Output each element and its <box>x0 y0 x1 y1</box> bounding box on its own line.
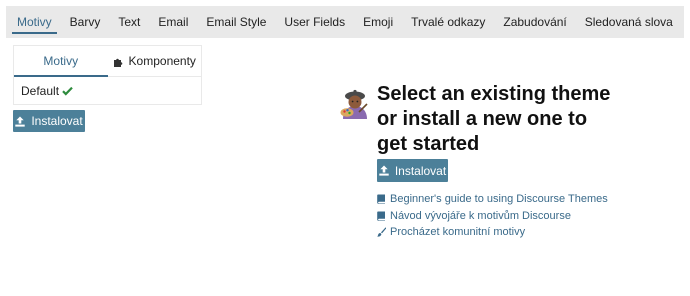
tab-motivy[interactable]: Motivy <box>8 6 61 38</box>
subtab-themes[interactable]: Motivy <box>14 46 108 77</box>
subtab-themes-label: Motivy <box>43 54 79 68</box>
install-theme-button-main[interactable]: Instalovat <box>377 159 448 182</box>
tab-trvale-odkazy[interactable]: Trvalé odkazy <box>402 6 494 38</box>
book-icon <box>377 211 386 221</box>
help-links: Beginner's guide to using Discourse Them… <box>377 191 608 241</box>
link-beginners-guide-text: Beginner's guide to using Discourse Them… <box>390 193 608 205</box>
check-icon <box>62 86 73 96</box>
tab-emoji[interactable]: Emoji <box>354 6 402 38</box>
theme-name: Default <box>21 84 60 98</box>
link-browse-community-themes[interactable]: Procházet komunitní motivy <box>377 224 608 240</box>
upload-icon <box>379 165 389 176</box>
subtab-components-label: Komponenty <box>128 54 196 68</box>
paintbrush-icon <box>377 227 386 237</box>
install-theme-button[interactable]: Instalovat <box>13 110 85 132</box>
subtab-components[interactable]: Komponenty <box>108 46 202 76</box>
upload-icon <box>15 116 26 127</box>
artist-emoji <box>339 87 371 119</box>
tab-zabudovani[interactable]: Zabudování <box>494 6 575 38</box>
link-browse-community-themes-text: Procházet komunitní motivy <box>390 226 526 238</box>
themes-subtabs: Motivy Komponenty <box>14 46 201 77</box>
tab-sledovana-slova[interactable]: Sledovaná slova <box>576 6 682 38</box>
tab-email-style[interactable]: Email Style <box>197 6 275 38</box>
theme-list-item[interactable]: Default <box>14 77 201 105</box>
empty-state-headline: Select an existing theme or install a ne… <box>377 83 611 155</box>
themes-list-panel: Motivy Komponenty Default <box>13 45 202 105</box>
link-developer-guide[interactable]: Návod vývojáře k motivům Discourse <box>377 208 608 224</box>
puzzle-icon <box>113 56 124 67</box>
tab-user-fields[interactable]: User Fields <box>275 6 354 38</box>
link-beginners-guide[interactable]: Beginner's guide to using Discourse Them… <box>377 191 608 207</box>
install-theme-button-label: Instalovat <box>31 114 83 128</box>
tab-email[interactable]: Email <box>149 6 197 38</box>
link-developer-guide-text: Návod vývojáře k motivům Discourse <box>390 209 571 222</box>
admin-customize-nav: Motivy Barvy Text Email Email Style User… <box>6 6 684 38</box>
install-theme-button-main-label: Instalovat <box>394 163 447 178</box>
tab-barvy[interactable]: Barvy <box>61 6 110 38</box>
tab-text[interactable]: Text <box>109 6 149 38</box>
book-icon <box>377 194 386 204</box>
